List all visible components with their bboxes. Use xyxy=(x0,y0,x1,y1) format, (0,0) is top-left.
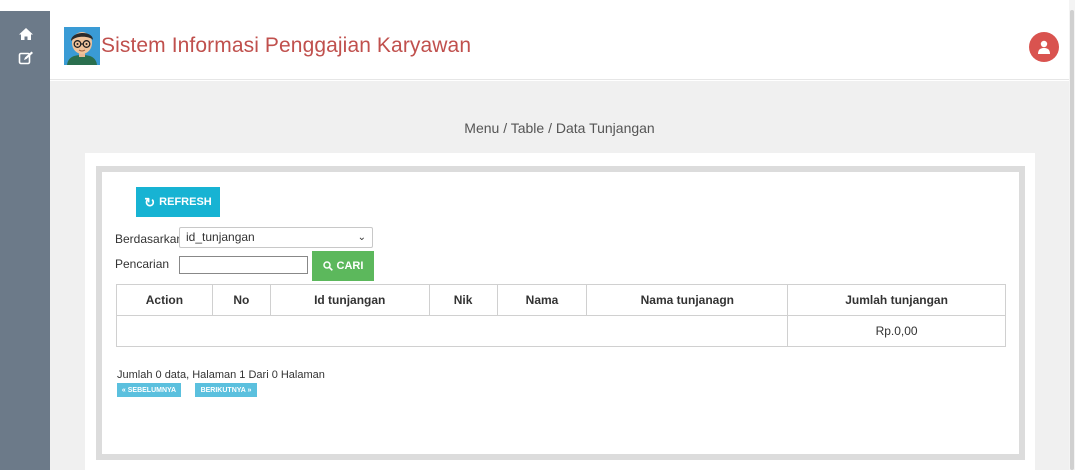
total-empty-cell xyxy=(115,315,789,347)
breadcrumb: Menu / Table / Data Tunjangan xyxy=(464,120,655,136)
filter-by-select[interactable]: id_tunjangan ⌄ xyxy=(179,227,373,248)
chevron-down-icon: ⌄ xyxy=(357,232,366,243)
top-header: Sistem Informasi Penggajian Karyawan xyxy=(50,11,1069,80)
col-header-id-tunjangan: Id tunjangan xyxy=(269,284,430,316)
col-header-nik: Nik xyxy=(428,284,498,316)
user-icon xyxy=(1038,40,1050,54)
next-page-button[interactable]: BERIKUTNYA » xyxy=(195,383,257,397)
search-input[interactable] xyxy=(179,256,308,274)
table-total-row: Rp.0,00 xyxy=(115,315,1006,347)
refresh-label: REFRESH xyxy=(159,196,212,208)
filter-by-label: Berdasarkan: xyxy=(115,232,187,246)
search-label: Pencarian : xyxy=(115,257,183,271)
search-button[interactable]: CARI xyxy=(312,251,374,281)
filter-by-value: id_tunjangan xyxy=(186,230,255,244)
search-icon xyxy=(322,261,333,271)
search-button-label: CARI xyxy=(336,260,364,272)
col-header-nama-tunjangan: Nama tunjanagn xyxy=(586,284,789,316)
table-panel: ↻ REFRESH Berdasarkan: id_tunjangan ⌄ Pe… xyxy=(96,166,1025,460)
home-icon[interactable] xyxy=(18,27,34,41)
col-header-nama: Nama xyxy=(496,284,588,316)
content-card: ↻ REFRESH Berdasarkan: id_tunjangan ⌄ Pe… xyxy=(85,153,1035,470)
col-header-action: Action xyxy=(116,284,213,316)
total-amount: Rp.0,00 xyxy=(787,315,1006,347)
user-menu-button[interactable] xyxy=(1029,32,1059,62)
refresh-icon: ↻ xyxy=(144,194,156,210)
allowance-table: Action No Id tunjangan Nik Nama Nama tun… xyxy=(115,284,1006,347)
table-header-row: Action No Id tunjangan Nik Nama Nama tun… xyxy=(116,284,1006,316)
col-header-no: No xyxy=(211,284,271,316)
scrollbar-thumb[interactable] xyxy=(1070,10,1074,470)
col-header-jumlah-tunjangan: Jumlah tunjangan xyxy=(787,284,1006,316)
refresh-button[interactable]: ↻ REFRESH xyxy=(136,187,220,217)
edit-icon[interactable] xyxy=(18,51,34,65)
sidebar xyxy=(0,11,50,470)
avatar-logo-icon xyxy=(64,27,100,65)
main-content: Menu / Table / Data Tunjangan ↻ REFRESH … xyxy=(50,81,1069,470)
pagination-info: Jumlah 0 data, Halaman 1 Dari 0 Halaman xyxy=(117,369,325,381)
app-title: Sistem Informasi Penggajian Karyawan xyxy=(101,34,472,57)
previous-page-button[interactable]: « SEBELUMNYA xyxy=(117,383,181,397)
